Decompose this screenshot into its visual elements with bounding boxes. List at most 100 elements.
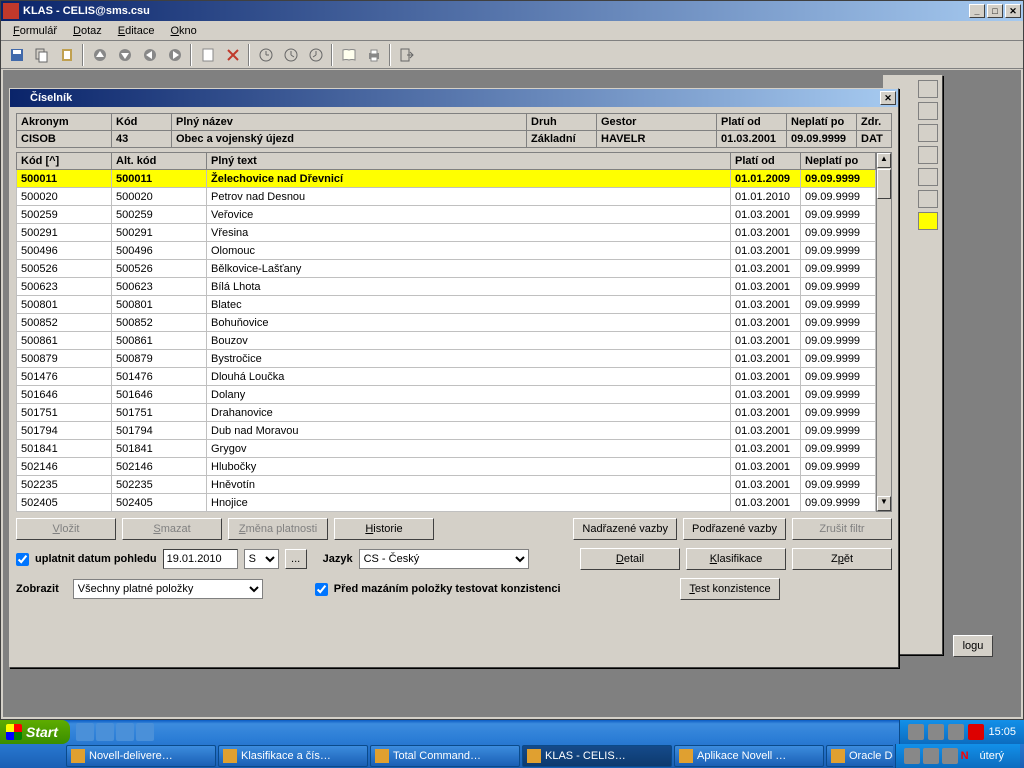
test-konzistence-button[interactable]: Test konzistence xyxy=(680,578,780,600)
zmena-platnosti-button[interactable]: Změna platnosti xyxy=(228,518,328,540)
cell-po[interactable]: 01.03.2001 xyxy=(731,332,801,350)
cell-po[interactable]: 01.01.2010 xyxy=(731,188,801,206)
cell-po[interactable]: 01.03.2001 xyxy=(731,458,801,476)
table-row[interactable]: 501841501841Grygov01.03.200109.09.9999 xyxy=(17,440,876,458)
table-row[interactable]: 500852500852Bohuňovice01.03.200109.09.99… xyxy=(17,314,876,332)
cell-np[interactable]: 09.09.9999 xyxy=(801,170,876,188)
cell-po[interactable]: 01.03.2001 xyxy=(731,368,801,386)
cell-kod[interactable]: 502235 xyxy=(17,476,112,494)
cell-po[interactable]: 01.03.2001 xyxy=(731,386,801,404)
col-neplati-po[interactable]: Neplatí po xyxy=(787,114,857,131)
tool-clock1-icon[interactable] xyxy=(254,44,277,66)
cell-text[interactable]: Drahanovice xyxy=(207,404,731,422)
clock[interactable]: 15:05 xyxy=(988,726,1016,738)
tool-nav-down-icon[interactable] xyxy=(113,44,136,66)
menu-formular[interactable]: Formulář xyxy=(5,23,65,39)
table-row[interactable]: 500623500623Bílá Lhota01.03.200109.09.99… xyxy=(17,278,876,296)
tool-book-icon[interactable] xyxy=(337,44,360,66)
cell-alt[interactable]: 500526 xyxy=(112,260,207,278)
cell-text[interactable]: Veřovice xyxy=(207,206,731,224)
tool-save-icon[interactable] xyxy=(5,44,28,66)
cell-po[interactable]: 01.03.2001 xyxy=(731,476,801,494)
cell-kod[interactable]: 501646 xyxy=(17,386,112,404)
cell-text[interactable]: Grygov xyxy=(207,440,731,458)
tool-delete-icon[interactable] xyxy=(221,44,244,66)
col-kod[interactable]: Kód xyxy=(112,114,172,131)
cell-kod[interactable]: 501751 xyxy=(17,404,112,422)
cell-alt[interactable]: 500020 xyxy=(112,188,207,206)
cell-alt[interactable]: 501794 xyxy=(112,422,207,440)
cell-alt[interactable]: 500291 xyxy=(112,224,207,242)
cell-kod[interactable]: 501794 xyxy=(17,422,112,440)
close-button[interactable]: ✕ xyxy=(1005,4,1021,18)
cell-kod[interactable]: 500020 xyxy=(17,188,112,206)
cell-alt[interactable]: 500879 xyxy=(112,350,207,368)
tool-clock3-icon[interactable] xyxy=(304,44,327,66)
tray-icon[interactable] xyxy=(948,724,964,740)
col-gestor[interactable]: Gestor xyxy=(597,114,717,131)
table-row[interactable]: 502146502146Hlubočky01.03.200109.09.9999 xyxy=(17,458,876,476)
table-scrollbar[interactable]: ▲ ▼ xyxy=(876,152,892,512)
uplatnit-checkbox[interactable] xyxy=(16,553,29,566)
cell-text[interactable]: Dub nad Moravou xyxy=(207,422,731,440)
tray-icon[interactable] xyxy=(904,748,920,764)
cell-po[interactable]: 01.03.2001 xyxy=(731,278,801,296)
cell-np[interactable]: 09.09.9999 xyxy=(801,332,876,350)
scroll-up-button[interactable]: ▲ xyxy=(877,153,891,168)
cell-alt[interactable]: 500259 xyxy=(112,206,207,224)
scroll-thumb[interactable] xyxy=(877,169,891,199)
dialog-close-button[interactable]: ✕ xyxy=(880,91,896,105)
cell-alt[interactable]: 500801 xyxy=(112,296,207,314)
cell-alt[interactable]: 501841 xyxy=(112,440,207,458)
datum-input[interactable] xyxy=(163,549,238,569)
cell-alt[interactable]: 500496 xyxy=(112,242,207,260)
cell-np[interactable]: 09.09.9999 xyxy=(801,404,876,422)
cell-text[interactable]: Bouzov xyxy=(207,332,731,350)
pred-mazanim-checkbox[interactable] xyxy=(315,583,328,596)
cell-text[interactable]: Hnojice xyxy=(207,494,731,512)
cell-np[interactable]: 09.09.9999 xyxy=(801,260,876,278)
tool-nav-up-icon[interactable] xyxy=(88,44,111,66)
cell-kod[interactable]: 500879 xyxy=(17,350,112,368)
menu-okno[interactable]: Okno xyxy=(162,23,204,39)
cell-alt[interactable]: 501751 xyxy=(112,404,207,422)
cell-po[interactable]: 01.03.2001 xyxy=(731,350,801,368)
cell-po[interactable]: 01.03.2001 xyxy=(731,242,801,260)
cell-kod[interactable]: 500861 xyxy=(17,332,112,350)
tool-print-icon[interactable] xyxy=(362,44,385,66)
col-akronym[interactable]: Akronym xyxy=(17,114,112,131)
cell-np[interactable]: 09.09.9999 xyxy=(801,224,876,242)
logu-button[interactable]: logu xyxy=(953,635,993,657)
cell-np[interactable]: 09.09.9999 xyxy=(801,386,876,404)
cell-text[interactable]: Dolany xyxy=(207,386,731,404)
data-table[interactable]: Kód [^] Alt. kód Plný text Platí od Nepl… xyxy=(16,152,876,512)
cell-alt[interactable]: 500623 xyxy=(112,278,207,296)
cell-text[interactable]: Petrov nad Desnou xyxy=(207,188,731,206)
taskbar-task[interactable]: Novell-delivere… xyxy=(66,745,216,767)
tool-new-icon[interactable] xyxy=(196,44,219,66)
col-zdr[interactable]: Zdr. xyxy=(857,114,892,131)
cell-np[interactable]: 09.09.9999 xyxy=(801,278,876,296)
taskbar-task[interactable]: KLAS - CELIS… xyxy=(522,745,672,767)
cell-np[interactable]: 09.09.9999 xyxy=(801,368,876,386)
cell-po[interactable]: 01.03.2001 xyxy=(731,494,801,512)
cell-kod[interactable]: 500011 xyxy=(17,170,112,188)
cell-text[interactable]: Bohuňovice xyxy=(207,314,731,332)
table-row[interactable]: 500879500879Bystročice01.03.200109.09.99… xyxy=(17,350,876,368)
cell-po[interactable]: 01.03.2001 xyxy=(731,224,801,242)
tool-paste-icon[interactable] xyxy=(55,44,78,66)
podrazene-vazby-button[interactable]: Podřazené vazby xyxy=(683,518,786,540)
cell-text[interactable]: Bystročice xyxy=(207,350,731,368)
taskbar-task[interactable]: Oracle Develop… xyxy=(826,745,893,767)
col-plati-od[interactable]: Platí od xyxy=(717,114,787,131)
cell-kod[interactable]: 501476 xyxy=(17,368,112,386)
col-kod[interactable]: Kód [^] xyxy=(17,153,112,170)
maximize-button[interactable]: □ xyxy=(987,4,1003,18)
col-plati-od[interactable]: Platí od xyxy=(731,153,801,170)
title-bar[interactable]: KLAS - CELIS@sms.csu _ □ ✕ xyxy=(1,1,1023,21)
cell-np[interactable]: 09.09.9999 xyxy=(801,188,876,206)
cell-kod[interactable]: 501841 xyxy=(17,440,112,458)
cell-np[interactable]: 09.09.9999 xyxy=(801,296,876,314)
system-tray[interactable]: 15:05 xyxy=(899,720,1024,744)
cell-text[interactable]: Želechovice nad Dřevnicí xyxy=(207,170,731,188)
